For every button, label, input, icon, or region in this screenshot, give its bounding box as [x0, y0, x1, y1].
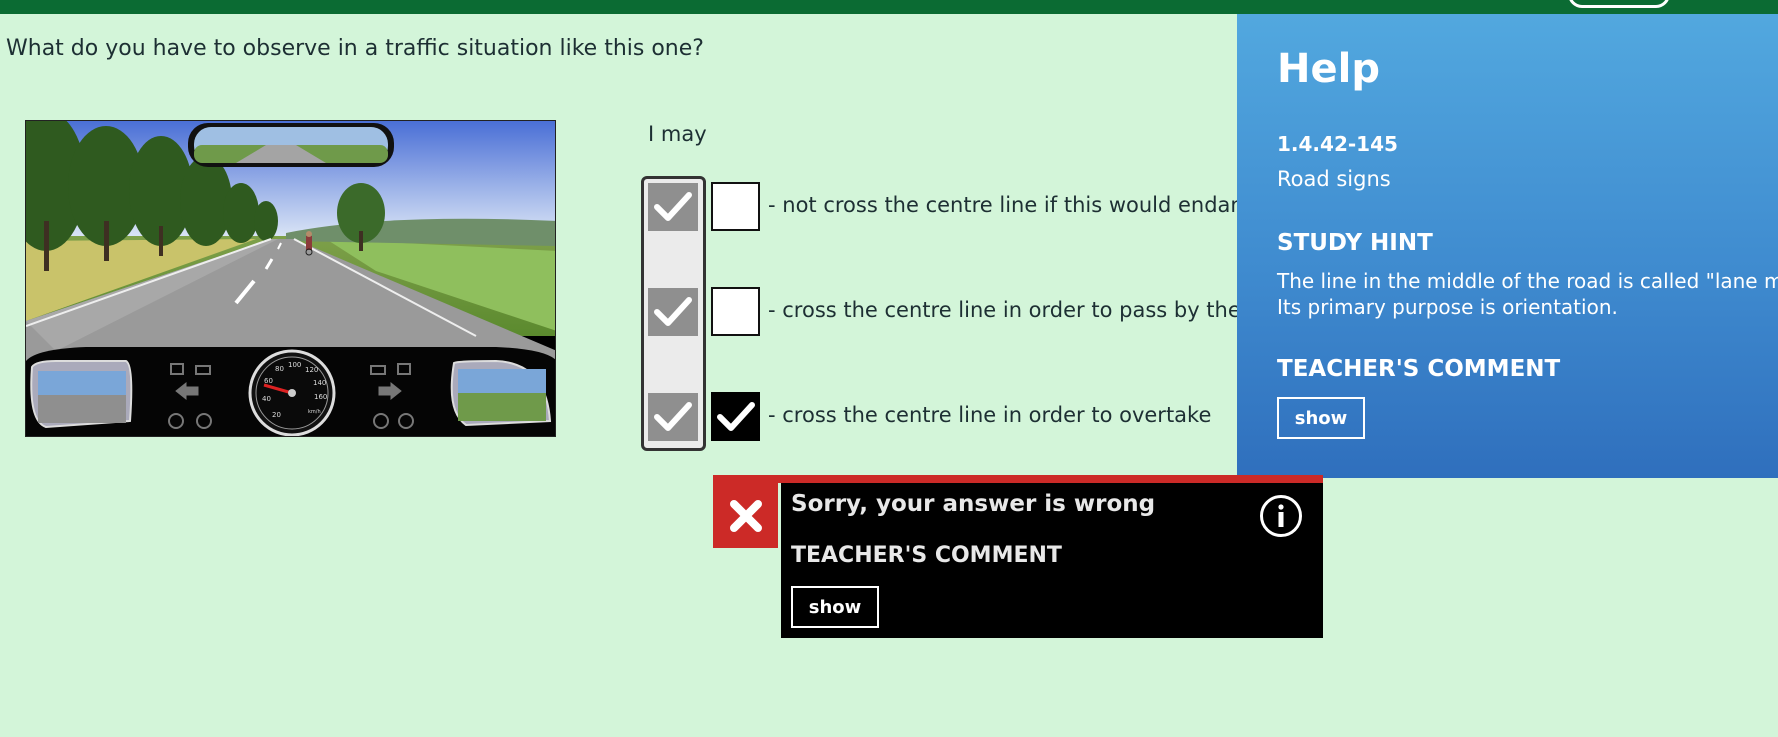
answer-3-text: - cross the centre line in order to over…: [768, 403, 1212, 427]
traffic-scene-illustration: 20 40 60 80 100 120 140 160 km/h: [26, 121, 555, 436]
checkmark-icon: [654, 192, 692, 221]
study-hint-line: The line in the middle of the road is ca…: [1277, 269, 1778, 293]
speed-tick: 140: [313, 379, 326, 387]
checkmark-icon: [654, 297, 692, 326]
checkmark-icon: [654, 402, 692, 431]
answer-3-checkbox[interactable]: [711, 392, 760, 441]
speed-tick: 100: [288, 361, 301, 369]
top-bar: [0, 0, 1778, 14]
answer-2-checkbox[interactable]: [711, 287, 760, 336]
question-code: 1.4.42-145: [1277, 132, 1398, 156]
teacher-comment-heading: TEACHER'S COMMENT: [1277, 356, 1561, 382]
checkmark-icon: [716, 401, 755, 431]
answer-lead-text: I may: [648, 122, 707, 146]
result-message: Sorry, your answer is wrong: [791, 491, 1156, 517]
result-show-comment-button[interactable]: show: [791, 586, 879, 628]
question-text: What do you have to observe in a traffic…: [6, 36, 704, 61]
speed-tick: 40: [262, 395, 271, 403]
answer-1-text: - not cross the centre line if this woul…: [768, 193, 1279, 217]
close-x-icon: [729, 499, 762, 532]
speed-tick: 20: [272, 411, 281, 419]
traffic-scene-image: 20 40 60 80 100 120 140 160 km/h: [25, 120, 556, 437]
info-icon[interactable]: [1260, 495, 1302, 537]
help-title: Help: [1277, 46, 1380, 92]
study-hint-line: Its primary purpose is orientation.: [1277, 295, 1618, 319]
correct-indicator: [648, 288, 698, 336]
study-hint-text: The line in the middle of the road is ca…: [1277, 268, 1778, 320]
speed-tick: 80: [275, 365, 284, 373]
result-divider: [713, 475, 1323, 483]
speed-unit: km/h: [308, 409, 321, 415]
answer-1-checkbox[interactable]: [711, 182, 760, 231]
speed-tick: 160: [314, 393, 327, 401]
correct-answers-column: [641, 176, 706, 451]
wrong-answer-badge: [713, 483, 778, 548]
top-bar-button[interactable]: [1568, 0, 1670, 8]
study-hint-heading: STUDY HINT: [1277, 230, 1433, 256]
help-show-comment-button[interactable]: show: [1277, 397, 1365, 439]
speed-tick: 120: [305, 366, 318, 374]
result-feedback-box: Sorry, your answer is wrong TEACHER'S CO…: [781, 483, 1323, 638]
answer-2-text: - cross the centre line in order to pass…: [768, 298, 1261, 322]
help-panel: Help 1.4.42-145 Road signs STUDY HINT Th…: [1237, 14, 1778, 478]
correct-indicator: [648, 393, 698, 441]
speed-tick: 60: [264, 377, 273, 385]
question-category: Road signs: [1277, 167, 1391, 191]
result-teacher-comment-heading: TEACHER'S COMMENT: [791, 543, 1062, 568]
correct-indicator: [648, 183, 698, 231]
